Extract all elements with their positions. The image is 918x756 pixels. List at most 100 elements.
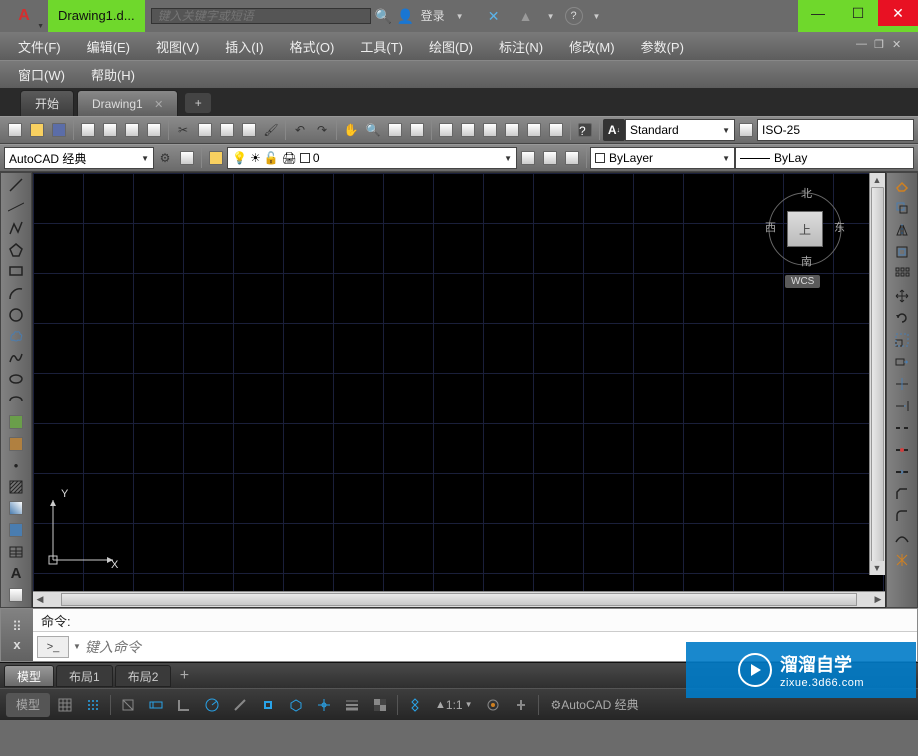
blend-icon[interactable] — [888, 527, 916, 548]
spline-icon[interactable] — [2, 347, 30, 368]
copy-icon[interactable] — [194, 119, 216, 141]
scroll-right-icon[interactable]: ▶ — [871, 592, 885, 606]
menu-parametric[interactable]: 参数(P) — [633, 33, 692, 60]
region-icon[interactable] — [2, 520, 30, 541]
explode-icon[interactable] — [888, 549, 916, 570]
copy-modify-icon[interactable] — [888, 197, 916, 218]
infer-constraints-icon[interactable] — [115, 693, 141, 717]
command-prompt-icon[interactable]: >_ — [37, 636, 69, 658]
join-icon[interactable] — [888, 461, 916, 482]
tab-close-icon[interactable]: ✕ — [154, 99, 163, 111]
designcenter-icon[interactable] — [457, 119, 479, 141]
polygon-icon[interactable] — [2, 240, 30, 261]
layer-prev-icon[interactable] — [539, 147, 561, 169]
tab-drawing1[interactable]: Drawing1 ✕ — [77, 90, 178, 116]
undo-icon[interactable]: ↶ — [289, 119, 311, 141]
hatch-icon[interactable] — [2, 477, 30, 498]
new-icon[interactable] — [4, 119, 26, 141]
text-icon[interactable]: A — [2, 563, 30, 584]
search-input[interactable] — [152, 9, 370, 23]
arc-icon[interactable] — [2, 283, 30, 304]
login-dropdown-icon[interactable]: ▼ — [449, 5, 471, 27]
construction-line-icon[interactable] — [2, 197, 30, 218]
dynamic-input-icon[interactable] — [143, 693, 169, 717]
dimstyle-icon[interactable] — [735, 119, 757, 141]
osnap-icon[interactable] — [255, 693, 281, 717]
gradient-icon[interactable] — [2, 498, 30, 519]
workspace-save-icon[interactable] — [176, 147, 198, 169]
menu-file[interactable]: 文件(F) — [10, 33, 69, 60]
search-box[interactable] — [151, 8, 371, 24]
layout-add-button[interactable]: + — [173, 667, 195, 685]
snap-toggle-icon[interactable] — [80, 693, 106, 717]
sheetset-icon[interactable] — [77, 119, 99, 141]
3dosnap-icon[interactable] — [283, 693, 309, 717]
cmd-close-icon[interactable]: x — [13, 637, 20, 652]
break-icon[interactable] — [888, 417, 916, 438]
pan-icon[interactable]: ✋ — [340, 119, 362, 141]
doc-minimize-icon[interactable]: — — [856, 38, 872, 54]
scroll-up-icon[interactable]: ▲ — [870, 173, 884, 187]
ellipse-arc-icon[interactable] — [2, 390, 30, 411]
menu-format[interactable]: 格式(O) — [282, 33, 343, 60]
menu-insert[interactable]: 插入(I) — [217, 33, 271, 60]
revcloud-icon[interactable] — [2, 326, 30, 347]
hscroll-thumb[interactable] — [61, 593, 857, 606]
layer-props-icon[interactable] — [205, 147, 227, 169]
zoom-icon[interactable]: 🔍 — [362, 119, 384, 141]
save-icon[interactable] — [48, 119, 70, 141]
preview-icon[interactable] — [121, 119, 143, 141]
quickcalc-icon[interactable] — [545, 119, 567, 141]
auto-scale-icon[interactable] — [508, 693, 534, 717]
lineweight-icon[interactable] — [339, 693, 365, 717]
isodraft-icon[interactable] — [227, 693, 253, 717]
make-block-icon[interactable] — [2, 434, 30, 455]
table-icon[interactable] — [2, 541, 30, 562]
move-icon[interactable] — [888, 285, 916, 306]
scale-icon[interactable] — [888, 329, 916, 350]
maximize-button[interactable]: ☐ — [838, 0, 878, 26]
viewcube-top-face[interactable]: 上 — [787, 211, 823, 247]
workspace-combo[interactable]: AutoCAD 经典▼ — [4, 147, 154, 169]
workspace-switch-button[interactable]: ⚙ AutoCAD 经典 — [543, 693, 647, 717]
match-icon[interactable] — [238, 119, 260, 141]
viewcube-north[interactable]: 北 — [801, 185, 812, 201]
menu-window[interactable]: 窗口(W) — [10, 61, 73, 88]
paste-icon[interactable] — [216, 119, 238, 141]
rotate-icon[interactable] — [888, 307, 916, 328]
search-icon[interactable]: 🔍 — [373, 5, 395, 27]
insert-block-icon[interactable] — [2, 412, 30, 433]
break-at-point-icon[interactable] — [888, 439, 916, 460]
layout-tab-1[interactable]: 布局1 — [56, 665, 113, 687]
dim-style-combo[interactable]: ISO-25 — [757, 119, 914, 141]
trim-icon[interactable] — [888, 373, 916, 394]
close-button[interactable]: ✕ — [878, 0, 918, 26]
wcs-badge[interactable]: WCS — [785, 275, 820, 288]
menu-draw[interactable]: 绘图(D) — [421, 33, 481, 60]
otrack-icon[interactable] — [311, 693, 337, 717]
menu-modify[interactable]: 修改(M) — [561, 33, 623, 60]
viewcube-south[interactable]: 南 — [801, 253, 812, 269]
a360-icon[interactable]: ▲ — [515, 5, 537, 27]
layout-tab-model[interactable]: 模型 — [4, 665, 54, 687]
point-icon[interactable]: • — [2, 455, 30, 476]
zoom-prev-icon[interactable] — [406, 119, 428, 141]
polyline-icon[interactable] — [2, 218, 30, 239]
addselected-icon[interactable] — [2, 584, 30, 605]
command-handle[interactable]: ⠿ x — [1, 609, 33, 661]
color-combo[interactable]: ByLayer ▼ — [590, 147, 735, 169]
transparency-icon[interactable] — [367, 693, 393, 717]
tool-palette-icon[interactable] — [479, 119, 501, 141]
help-tb-icon[interactable]: ? — [574, 119, 596, 141]
publish-icon[interactable] — [143, 119, 165, 141]
plot-icon[interactable] — [99, 119, 121, 141]
markup-icon[interactable] — [523, 119, 545, 141]
fillet-icon[interactable] — [888, 505, 916, 526]
stretch-icon[interactable] — [888, 351, 916, 372]
viewcube-east[interactable]: 东 — [834, 219, 845, 235]
line-icon[interactable] — [2, 175, 30, 196]
login-link[interactable]: 登录 — [417, 0, 449, 32]
tab-new-button[interactable]: + — [185, 93, 211, 113]
open-icon[interactable] — [26, 119, 48, 141]
app-logo[interactable]: A — [0, 0, 48, 32]
